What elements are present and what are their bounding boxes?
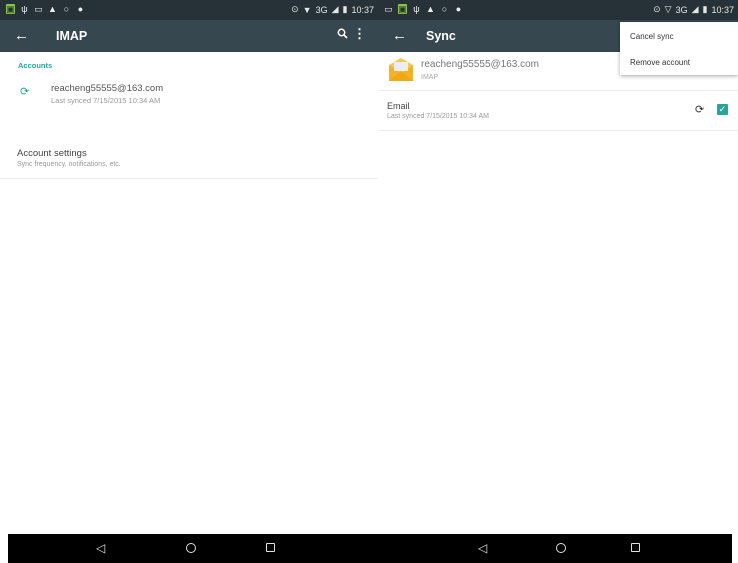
envelope-icon [388,58,414,82]
navigation-bar: ◁ ◁ [8,534,732,563]
recents-nav-icon[interactable] [266,543,275,552]
home-nav-icon[interactable] [186,543,196,553]
sync-icon: ⟳ [695,104,705,116]
signal-icon: ◢ [331,4,339,14]
imap-screen: ▣ ψ ▭ ▲ ○ ● ⊙ ▼ 3G ◢ ▮ 10:37 ← IMAP ⋮ Ac… [0,0,378,563]
divider [378,90,738,91]
notification-icon: ▣ [6,4,15,14]
notification-icon: ▣ [398,4,407,14]
divider [0,178,378,179]
wifi-icon: ▽ [664,4,672,14]
bag-icon: ▲ [48,4,57,14]
status-bar: ▣ ψ ▭ ▲ ○ ● ⊙ ▼ 3G ◢ ▮ 10:37 [0,0,378,20]
back-nav-icon[interactable]: ◁ [478,541,487,555]
sync-status-icon: ○ [441,4,448,14]
arrow-left-icon[interactable]: ← [14,27,29,45]
section-header-accounts: Accounts [18,61,53,70]
menu-item-cancel-sync[interactable]: Cancel sync [630,32,674,41]
home-nav-icon[interactable] [556,543,566,553]
signal-icon: ◢ [691,4,699,14]
network-type: 3G [315,4,328,15]
divider [378,130,738,131]
image-icon: ▭ [384,4,393,14]
sync-screen: ▭ ▣ ψ ▲ ○ ● ⊙ ▽ 3G ◢ ▮ 10:37 ← Sync Canc… [378,0,738,563]
location-icon: ● [77,4,84,14]
alarm-icon: ⊙ [653,4,661,14]
page-title: IMAP [56,29,88,43]
wifi-icon: ▼ [302,4,312,15]
account-type: IMAP [421,74,439,81]
battery-icon: ▮ [342,4,348,14]
menu-item-remove-account[interactable]: Remove account [630,58,690,67]
network-type: 3G [675,4,688,15]
sync-icon: ⟳ [20,86,30,98]
account-last-synced: Last synced 7/15/2015 10:34 AM [51,96,161,105]
clock: 10:37 [711,4,734,15]
clock: 10:37 [351,4,374,15]
page-title: Sync [426,29,456,43]
arrow-left-icon[interactable]: ← [392,27,407,45]
account-email: reacheng55555@163.com [421,59,540,70]
battery-icon: ▮ [702,4,708,14]
account-row[interactable]: ⟳ reacheng55555@163.com Last synced 7/15… [0,80,378,110]
status-bar: ▭ ▣ ψ ▲ ○ ● ⊙ ▽ 3G ◢ ▮ 10:37 [378,0,738,20]
sync-checkbox[interactable]: ✓ [717,104,728,115]
sync-item-last-synced: Last synced 7/15/2015 10:34 AM [387,113,489,120]
more-vert-icon[interactable]: ⋮ [353,26,366,42]
alarm-icon: ⊙ [291,4,299,14]
location-icon: ● [455,4,462,14]
search-icon[interactable] [337,27,348,42]
settings-title: Account settings [17,148,87,159]
settings-subtitle: Sync frequency, notifications, etc. [17,161,121,168]
sync-item-label: Email [387,101,410,111]
account-email: reacheng55555@163.com [51,83,164,94]
image-icon: ▭ [34,4,43,14]
sync-status-icon: ○ [63,4,70,14]
toolbar: ← IMAP ⋮ [0,20,378,52]
recents-nav-icon[interactable] [631,543,640,552]
bag-icon: ▲ [426,4,435,14]
overflow-menu: Cancel sync Remove account [620,22,738,75]
back-nav-icon[interactable]: ◁ [96,541,105,555]
usb-icon: ψ [413,4,420,14]
usb-icon: ψ [21,4,28,14]
